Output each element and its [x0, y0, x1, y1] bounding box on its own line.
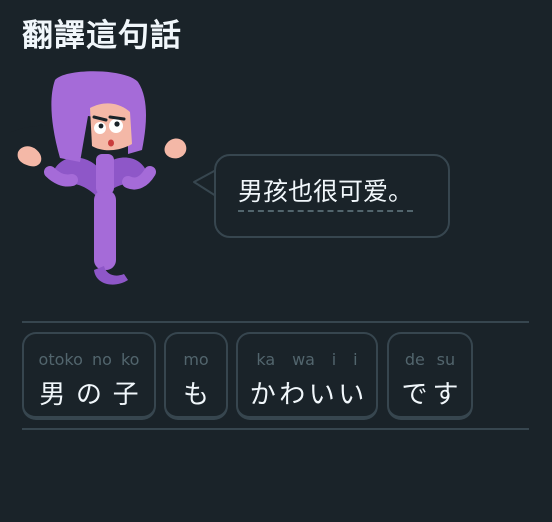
tile-word: で す: [389, 374, 471, 411]
tile-character: の: [75, 380, 102, 410]
tile-ruby: mo: [166, 350, 226, 369]
page-title: 翻譯這句話: [22, 18, 182, 54]
ruby-syllable: wa: [292, 350, 315, 369]
ruby-syllable: i: [331, 350, 337, 369]
tile-word: 男 の 子: [24, 374, 154, 411]
word-tile-otoko-no-ko[interactable]: otoko no ko 男 の 子: [22, 332, 156, 420]
ruby-syllable: no: [91, 350, 112, 369]
tile-ruby: ka wa i i: [238, 350, 376, 369]
tile-word: も: [166, 374, 226, 411]
word-tile-desu[interactable]: de su で す: [387, 332, 473, 420]
tile-character: 子: [112, 380, 139, 410]
word-tile-kawaii[interactable]: ka wa i i か わ い い: [236, 332, 378, 420]
tile-character: 男: [39, 380, 66, 410]
ruby-syllable: otoko: [38, 350, 83, 369]
word-tile-mo[interactable]: mo も: [164, 332, 228, 420]
tile-word: か わ い い: [238, 374, 376, 411]
tile-ruby: otoko no ko: [24, 350, 154, 369]
ruby-syllable: mo: [183, 350, 209, 369]
tile-character: い: [338, 380, 365, 410]
tile-character: か: [249, 380, 276, 410]
tile-ruby: de su: [389, 350, 471, 369]
speech-bubble: 男孩也很可爱。: [214, 154, 450, 238]
tile-character: す: [432, 380, 459, 410]
ruby-syllable: de: [404, 350, 425, 369]
tile-character: わ: [279, 380, 306, 410]
answer-line-top: [22, 321, 529, 323]
tile-character: も: [182, 380, 209, 410]
prompt-sentence[interactable]: 男孩也很可爱。: [238, 176, 414, 212]
tile-character: い: [308, 380, 335, 410]
ruby-syllable: ka: [256, 350, 276, 369]
character-illustration: [10, 71, 187, 285]
answer-line-bottom: [22, 428, 529, 430]
tile-character: で: [401, 380, 428, 410]
ruby-syllable: su: [436, 350, 456, 369]
ruby-syllable: i: [353, 350, 358, 369]
ruby-syllable: ko: [120, 350, 140, 369]
